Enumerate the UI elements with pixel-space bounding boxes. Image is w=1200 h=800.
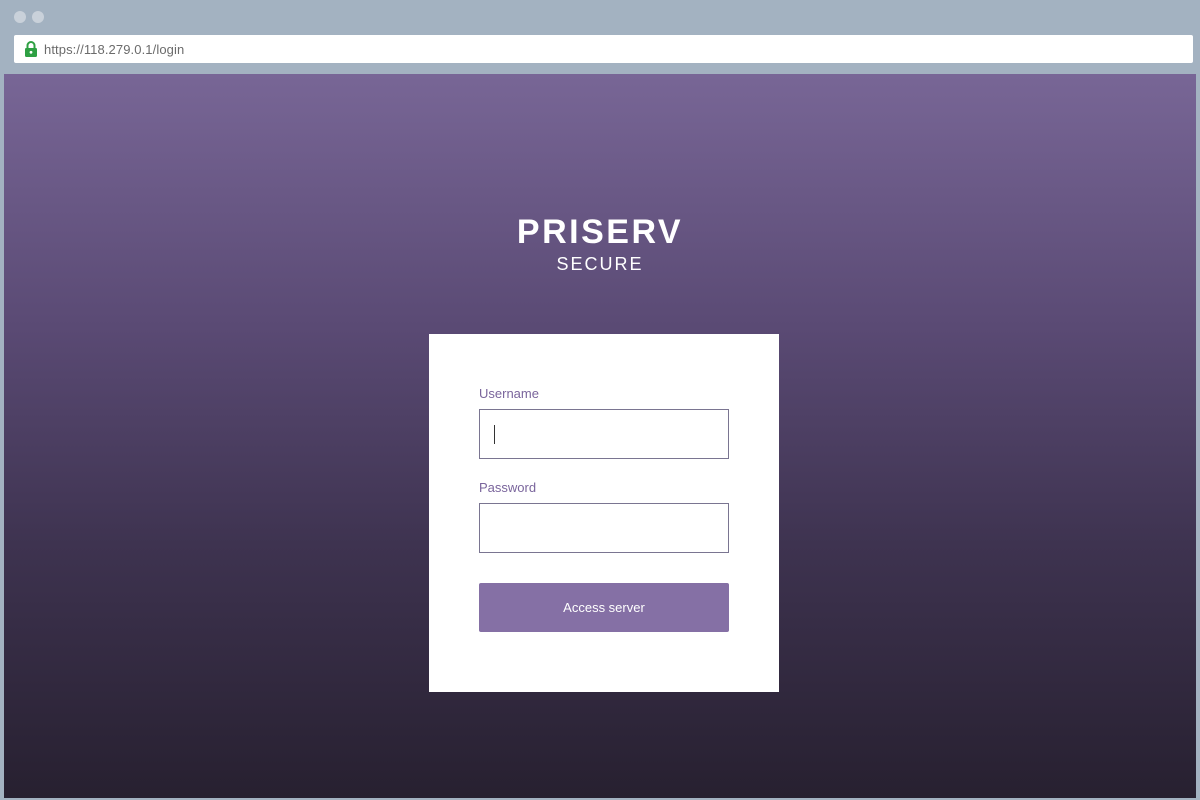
address-bar[interactable]: https://118.279.0.1/login (14, 35, 1193, 63)
brand-logo: PRISERV SECURE (4, 214, 1196, 275)
window-close-dot[interactable] (14, 11, 26, 23)
access-server-button[interactable]: Access server (479, 583, 729, 632)
password-input[interactable] (479, 503, 729, 553)
window-minimize-dot[interactable] (32, 11, 44, 23)
text-caret (494, 425, 495, 444)
brand-title: PRISERV (516, 213, 684, 251)
login-card: Username Password Access server (429, 334, 779, 692)
username-label: Username (479, 386, 539, 401)
lock-icon (24, 41, 38, 57)
username-input[interactable] (479, 409, 729, 459)
brand-subtitle: SECURE (556, 254, 644, 274)
url-text[interactable]: https://118.279.0.1/login (44, 42, 184, 57)
window-controls (14, 11, 44, 23)
password-label: Password (479, 480, 537, 495)
page-viewport: PRISERV SECURE Username Password Access … (4, 74, 1196, 798)
browser-window: https://118.279.0.1/login PRISERV SECURE… (0, 0, 1200, 800)
